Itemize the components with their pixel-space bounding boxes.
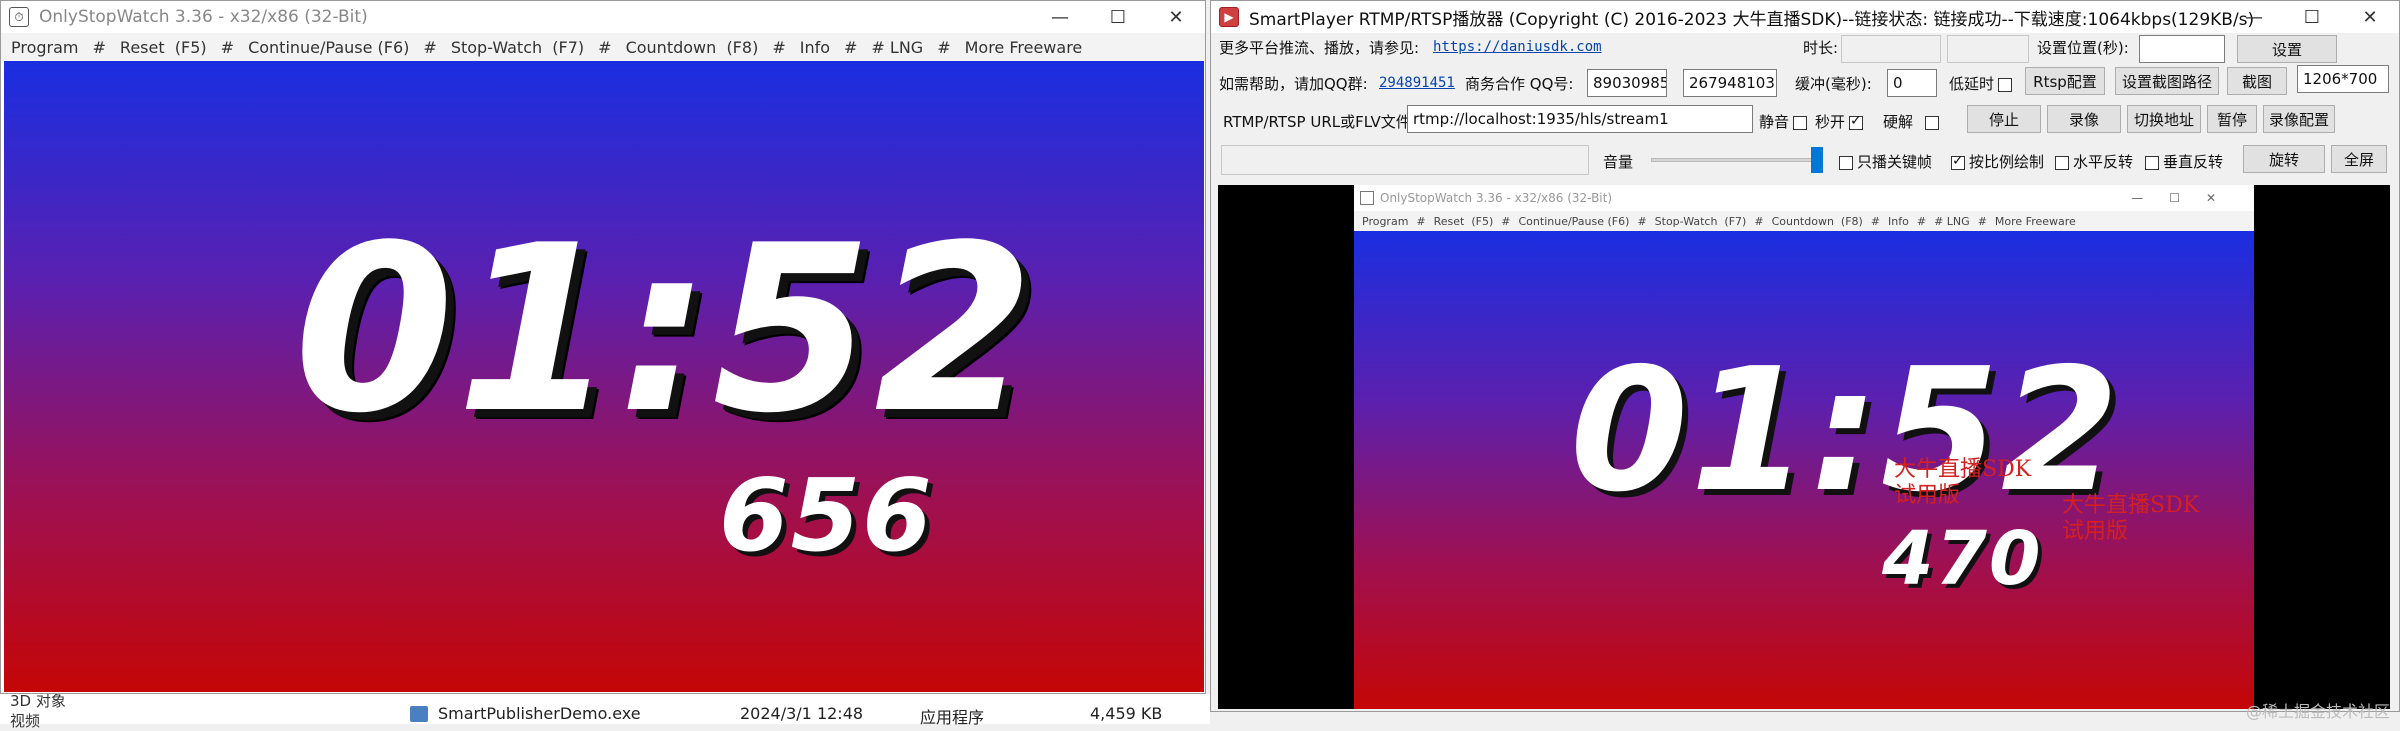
mute-checkbox[interactable]: 静音 — [1759, 111, 1811, 132]
rtsp-config-button[interactable]: Rtsp配置 — [2025, 67, 2105, 95]
streamed-title: OnlyStopWatch 3.36 - x32/x86 (32-Bit) — [1380, 191, 1612, 205]
streamed-time-display: 01:52 — [1570, 341, 2121, 521]
record-button[interactable]: 录像 — [2047, 105, 2121, 133]
keyframe-only-checkbox[interactable]: 只播关键帧 — [1835, 151, 1932, 172]
menu-lng[interactable]: # LNG — [871, 38, 923, 57]
set-snapshot-path-button[interactable]: 设置截图路径 — [2115, 67, 2219, 95]
streamed-menu-item: Info — [1888, 215, 1909, 228]
set-button[interactable]: 设置 — [2237, 35, 2337, 63]
flip-vertical-checkbox[interactable]: 垂直反转 — [2141, 151, 2223, 172]
volume-slider-track[interactable] — [1651, 158, 1819, 162]
tree-item-videos[interactable]: 视频 — [10, 710, 40, 731]
url-input[interactable]: rtmp://localhost:1935/hls/stream1 — [1407, 105, 1753, 133]
trial-watermark-2: 大牛直播SDK 试用版 — [2062, 493, 2199, 545]
duration-field-2 — [1947, 35, 2029, 63]
resolution-field[interactable]: 1206*700 — [2297, 65, 2389, 93]
url-label: RTMP/RTSP URL或FLV文件 — [1223, 111, 1411, 132]
streamed-menu-item: Stop-Watch (F7) — [1655, 215, 1747, 228]
streamed-stopwatch-display: 01:52 470 大牛直播SDK 试用版 大牛直播SDK 试用版 — [1354, 231, 2254, 709]
pause-button[interactable]: 暂停 — [2207, 105, 2257, 133]
streamed-menu-item: Countdown (F8) — [1772, 215, 1863, 228]
file-size: 4,459 KB — [1090, 704, 1162, 723]
volume-label: 音量 — [1603, 151, 1633, 172]
file-name: SmartPublisherDemo.exe — [438, 704, 641, 723]
streamed-titlebar: OnlyStopWatch 3.36 - x32/x86 (32-Bit) —☐… — [1354, 185, 2254, 211]
maximize-button[interactable]: ☐ — [1089, 1, 1147, 33]
close-button[interactable]: ✕ — [2341, 1, 2399, 33]
streamed-menu-item: Continue/Pause (F6) — [1519, 215, 1630, 228]
seek-label: 设置位置(秒): — [2037, 37, 2129, 58]
streamed-menu-item: # LNG — [1934, 215, 1970, 228]
streamed-stopwatch-window: OnlyStopWatch 3.36 - x32/x86 (32-Bit) —☐… — [1354, 185, 2254, 709]
video-render-area[interactable]: OnlyStopWatch 3.36 - x32/x86 (32-Bit) —☐… — [1218, 185, 2390, 709]
streamed-menu-item: Program — [1362, 215, 1408, 228]
window-title: SmartPlayer RTMP/RTSP播放器 (Copyright (C) … — [1249, 5, 2254, 30]
qq-number-1[interactable]: 89030985 — [1587, 69, 1667, 97]
stop-button[interactable]: 停止 — [1967, 105, 2041, 133]
trial-watermark-1: 大牛直播SDK 试用版 — [1894, 457, 2031, 509]
window-title: OnlyStopWatch 3.36 - x32/x86 (32-Bit) — [39, 7, 368, 27]
duration-label: 时长: — [1803, 37, 1838, 58]
rotate-button[interactable]: 旋转 — [2243, 145, 2325, 173]
streamed-menu-bar: Program# Reset (F5)# Continue/Pause (F6)… — [1354, 211, 2254, 231]
stopwatch-titlebar[interactable]: ⏱ OnlyStopWatch 3.36 - x32/x86 (32-Bit) … — [1, 1, 1205, 33]
menu-countdown[interactable]: Countdown (F8) — [626, 38, 759, 57]
maximize-button[interactable]: ☐ — [2283, 1, 2341, 33]
seek-position-input[interactable] — [2139, 35, 2225, 63]
status-field — [1221, 145, 1589, 175]
streamed-ms-display: 470 — [1882, 519, 2042, 599]
file-type: 应用程序 — [920, 704, 984, 728]
file-date: 2024/3/1 12:48 — [740, 704, 863, 723]
file-row[interactable]: SmartPublisherDemo.exe 2024/3/1 12:48 应用… — [410, 704, 1210, 724]
info-text: 更多平台推流、播放，请参见: — [1219, 37, 1419, 58]
smartplayer-titlebar[interactable]: ▶ SmartPlayer RTMP/RTSP播放器 (Copyright (C… — [1211, 1, 2399, 33]
minimize-button[interactable]: — — [1031, 1, 1089, 33]
help-text: 如需帮助，请加QQ群: — [1219, 73, 1368, 94]
switch-url-button[interactable]: 切换地址 — [2127, 105, 2201, 133]
menu-more-freeware[interactable]: More Freeware — [965, 38, 1083, 57]
minimize-button[interactable]: — — [2225, 1, 2283, 33]
close-button[interactable]: ✕ — [1147, 1, 1205, 33]
streamed-app-icon — [1360, 191, 1374, 205]
stopwatch-app-icon: ⏱ — [9, 7, 29, 27]
duration-field — [1841, 35, 1941, 63]
stopwatch-display: 01:52 656 — [4, 61, 1204, 692]
streamed-window-controls: —☐✕ — [2131, 191, 2242, 205]
menu-stop-watch[interactable]: Stop-Watch (F7) — [451, 38, 584, 57]
buffer-label: 缓冲(毫秒): — [1795, 73, 1872, 94]
fast-start-checkbox[interactable]: 秒开 — [1815, 111, 1867, 132]
time-display: 01:52 — [294, 211, 1036, 451]
volume-slider-thumb[interactable] — [1811, 147, 1823, 173]
qq-number-2[interactable]: 2679481035 — [1683, 69, 1777, 97]
corner-watermark: @稀土掘金技术社区 — [2246, 698, 2390, 722]
smartplayer-window: ▶ SmartPlayer RTMP/RTSP播放器 (Copyright (C… — [1210, 0, 2400, 712]
low-latency-checkbox[interactable]: 低延时 — [1949, 73, 2016, 94]
record-config-button[interactable]: 录像配置 — [2263, 105, 2335, 133]
buffer-input[interactable]: 0 — [1887, 69, 1937, 97]
proportional-draw-checkbox[interactable]: 按比例绘制 — [1947, 151, 2044, 172]
streamed-menu-item: More Freeware — [1995, 215, 2076, 228]
exe-file-icon — [410, 706, 428, 722]
menu-bar: Program# Reset (F5)# Continue/Pause (F6)… — [1, 33, 1205, 61]
website-link[interactable]: https://daniusdk.com — [1433, 37, 1602, 55]
streamed-menu-item: Reset (F5) — [1434, 215, 1494, 228]
milliseconds-display: 656 — [719, 461, 934, 571]
business-qq-label: 商务合作 QQ号: — [1465, 73, 1573, 94]
smartplayer-app-icon: ▶ — [1219, 7, 1239, 27]
menu-reset[interactable]: Reset (F5) — [120, 38, 207, 57]
stopwatch-window: ⏱ OnlyStopWatch 3.36 - x32/x86 (32-Bit) … — [0, 0, 1206, 694]
flip-horizontal-checkbox[interactable]: 水平反转 — [2051, 151, 2133, 172]
menu-info[interactable]: Info — [800, 38, 830, 57]
qq-group-link[interactable]: 294891451 — [1379, 73, 1455, 91]
menu-continue-pause[interactable]: Continue/Pause (F6) — [248, 38, 409, 57]
hw-decode-checkbox[interactable]: 硬解 — [1883, 111, 1943, 132]
menu-program[interactable]: Program — [11, 38, 79, 57]
fullscreen-button[interactable]: 全屏 — [2331, 145, 2387, 173]
snapshot-button[interactable]: 截图 — [2227, 67, 2287, 95]
